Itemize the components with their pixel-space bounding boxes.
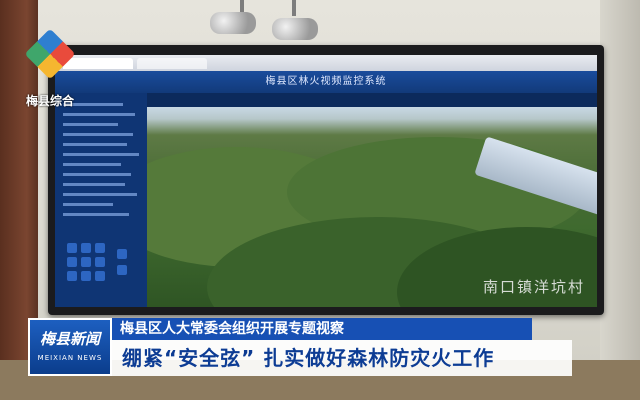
tree-item[interactable]	[63, 213, 129, 216]
zoom-in-button[interactable]	[117, 249, 127, 259]
ptz-right-button[interactable]	[95, 257, 105, 267]
headline-top-text: 梅县区人大常委会组织开展专题视察	[120, 321, 344, 337]
monitor-screen: 梅县区林火视频监控系统 南口镇洋坑村	[55, 55, 597, 307]
browser-toolbar	[55, 55, 597, 71]
tree-item[interactable]	[63, 203, 113, 206]
news-badge-subtitle: MEIXIAN NEWS	[37, 354, 103, 362]
tree-item[interactable]	[63, 153, 139, 156]
tree-item[interactable]	[63, 193, 137, 196]
ptz-button[interactable]	[95, 243, 105, 253]
security-camera-icon	[272, 18, 318, 40]
tree-item[interactable]	[63, 173, 131, 176]
ptz-up-button[interactable]	[67, 243, 77, 253]
tree-item[interactable]	[63, 163, 121, 166]
ptz-button[interactable]	[67, 271, 77, 281]
wall-pillar	[600, 0, 640, 400]
tree-item[interactable]	[63, 183, 125, 186]
headline-banner-top: 梅县区人大常委会组织开展专题视察	[112, 318, 532, 340]
camera-tree-panel	[55, 93, 147, 307]
ptz-button[interactable]	[95, 271, 105, 281]
ptz-left-button[interactable]	[67, 257, 77, 267]
browser-tab[interactable]	[63, 58, 133, 69]
news-badge: 梅县新闻 MEIXIAN NEWS	[28, 318, 112, 376]
news-badge-title: 梅县新闻	[39, 330, 100, 348]
app-title: 梅县区林火视频监控系统	[55, 71, 597, 93]
browser-tab[interactable]	[137, 58, 207, 69]
headline-main-text: 绷紧“安全弦” 扎实做好森林防灾火工作	[122, 346, 495, 370]
ptz-center-button[interactable]	[81, 257, 91, 267]
camera-mount	[292, 0, 296, 16]
ptz-down-button[interactable]	[81, 271, 91, 281]
tree-item[interactable]	[63, 143, 127, 146]
security-camera-icon	[210, 12, 256, 34]
ptz-button[interactable]	[81, 243, 91, 253]
zoom-out-button[interactable]	[117, 265, 127, 275]
live-video-feed[interactable]: 南口镇洋坑村	[147, 107, 597, 307]
tree-item[interactable]	[63, 133, 133, 136]
station-logo-text: 梅县综合	[25, 94, 74, 108]
tree-item[interactable]	[63, 123, 118, 126]
video-location-overlay: 南口镇洋坑村	[482, 278, 585, 296]
headline-banner-main: 绷紧“安全弦” 扎实做好森林防灾火工作	[112, 340, 572, 376]
tree-item[interactable]	[63, 113, 135, 116]
